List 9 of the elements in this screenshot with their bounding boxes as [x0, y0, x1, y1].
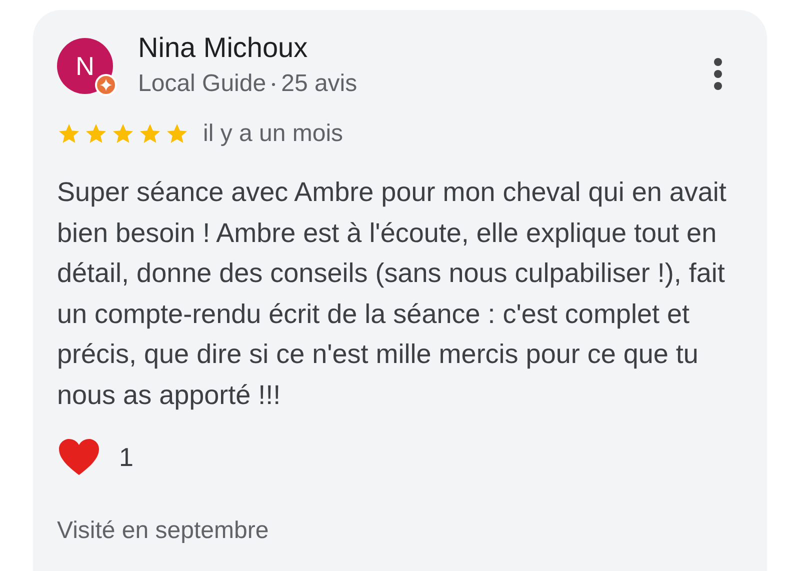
more-options-icon[interactable] [713, 57, 723, 91]
review-text: Super séance avec Ambre pour mon cheval qui en avait bien besoin ! Ambre est à l'écoute, elle explique tout en détail, donne des conseils (sans nous culpabiliser !), fait un compte-rendu écrit de la séance : c'est complet et précis, que dire si ce n'est mille mercis pour ce que tu nous as apporté !!! [57, 176, 728, 412]
review-count: 25 avis [281, 70, 358, 98]
local-guide-label: Local Guide [138, 70, 266, 98]
visit-date: Visité en septembre [57, 516, 270, 546]
reviewer-name[interactable]: Nina Michoux [138, 32, 358, 64]
review-date: il y a un mois [203, 119, 344, 149]
heart-icon[interactable] [57, 437, 101, 477]
reaction-count: 1 [119, 440, 134, 474]
